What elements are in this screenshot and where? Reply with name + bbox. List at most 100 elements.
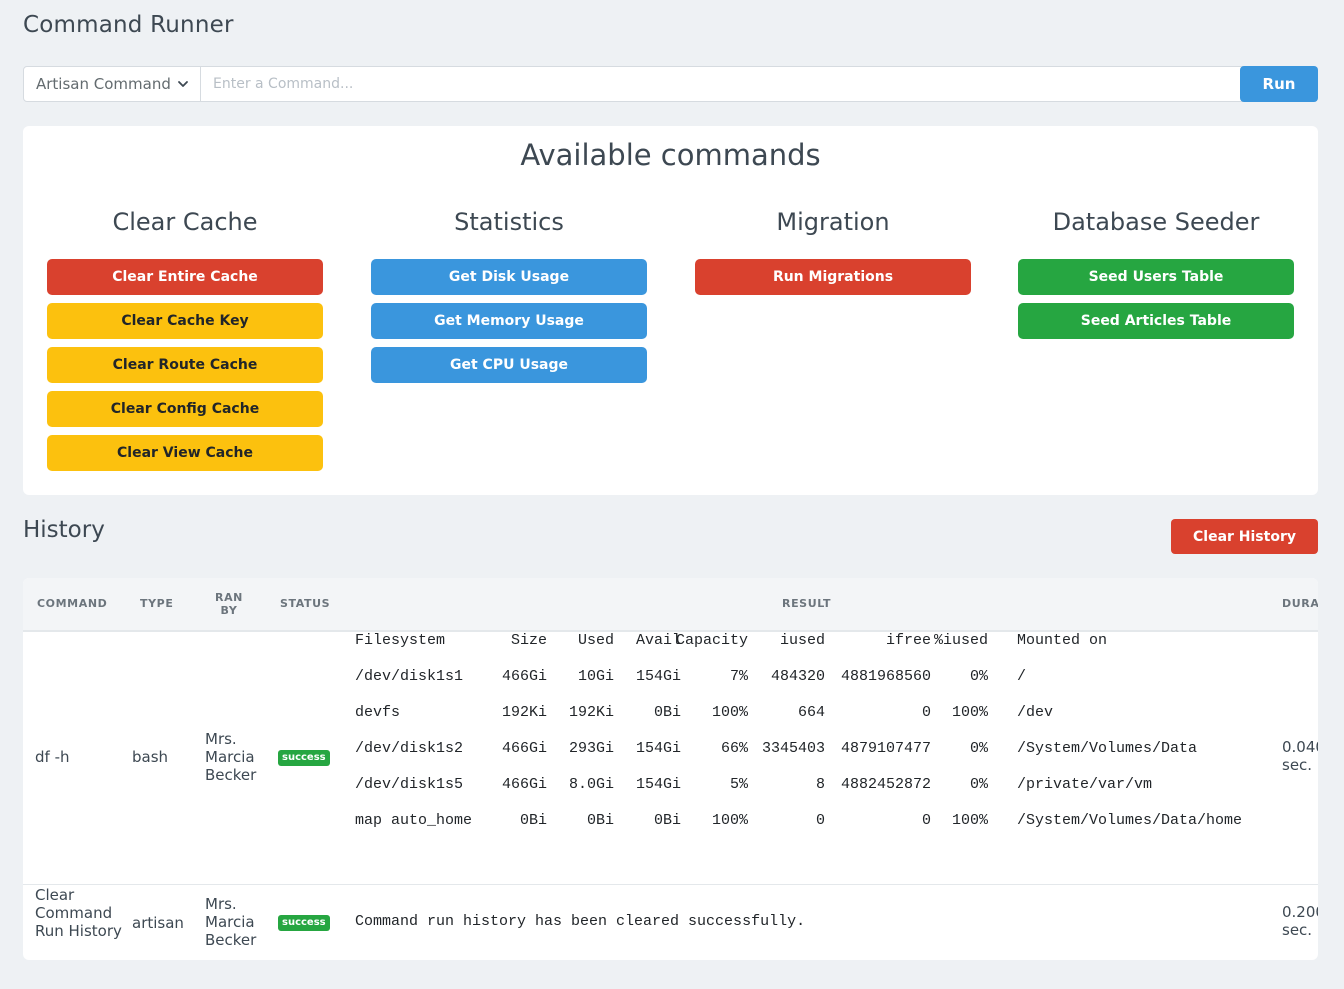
group-title: Database Seeder <box>1052 208 1260 236</box>
group-title: Clear Cache <box>112 208 258 236</box>
column-header-command: COMMAND <box>37 597 108 610</box>
chevron-down-icon <box>177 78 189 90</box>
result-cell: 293Gi <box>568 740 614 757</box>
group-database-seeder: Database Seeder Seed Users Table Seed Ar… <box>1018 208 1294 347</box>
result-cell: 8 <box>815 776 825 793</box>
result-cell: 192Ki <box>501 704 547 721</box>
result-cell: 0 <box>921 812 931 829</box>
table-row: df -h bash Mrs. Marcia Becker success Fi… <box>23 630 1318 885</box>
row-type: bash <box>132 748 169 766</box>
column-header-result: RESULT <box>782 597 832 610</box>
get-disk-usage-button[interactable]: Get Disk Usage <box>371 259 647 295</box>
result-cell: 0Bi <box>653 812 681 829</box>
result-cell: 7% <box>729 668 748 685</box>
result-cell: Filesystem <box>355 632 446 649</box>
group-clear-cache: Clear Cache Clear Entire Cache Clear Cac… <box>47 208 323 479</box>
result-cell: 4881968560 <box>840 668 931 685</box>
command-type-value: Artisan Command <box>36 75 171 93</box>
result-cell: 484320 <box>770 668 825 685</box>
result-cell: 466Gi <box>501 668 547 685</box>
result-cell: Used <box>577 632 614 649</box>
result-cell: Capacity <box>675 632 748 649</box>
row-command: df -h <box>35 748 70 766</box>
row-duration-value: 0.040 sec. <box>1282 738 1318 774</box>
clear-history-button[interactable]: Clear History <box>1171 519 1318 554</box>
result-cell: 0% <box>969 776 988 793</box>
status-badge: success <box>278 750 330 766</box>
result-cell: %iused <box>933 632 988 649</box>
result-cell: 0Bi <box>653 704 681 721</box>
result-cell: 0Bi <box>586 812 614 829</box>
result-cell: 66% <box>720 740 748 757</box>
result-cell: 4879107477 <box>840 740 931 757</box>
row-duration-value: 0.200 sec. <box>1282 903 1318 939</box>
group-migration: Migration Run Migrations <box>695 208 971 303</box>
status-badge: success <box>278 915 330 931</box>
column-header-status: STATUS <box>280 597 331 610</box>
result-cell: 10Gi <box>577 668 614 685</box>
group-title: Migration <box>776 208 890 236</box>
result-cell: /dev/disk1s5 <box>355 776 464 793</box>
result-cell: 0 <box>815 812 825 829</box>
result-cell: / <box>1017 668 1027 685</box>
clear-config-cache-button[interactable]: Clear Config Cache <box>47 391 323 427</box>
result-cell: 0Bi <box>519 812 547 829</box>
group-title: Statistics <box>454 208 564 236</box>
table-header: COMMAND TYPE RAN BY STATUS RESULT DURA <box>23 578 1318 632</box>
table-row: Clear Command Run History artisan Mrs. M… <box>23 885 1318 960</box>
result-cell: 192Ki <box>568 704 614 721</box>
available-commands-title: Available commands <box>520 138 821 172</box>
history-table: COMMAND TYPE RAN BY STATUS RESULT DURA d… <box>23 578 1318 960</box>
clear-entire-cache-button[interactable]: Clear Entire Cache <box>47 259 323 295</box>
row-duration: 0.040 sec. <box>1282 738 1318 774</box>
run-migrations-button[interactable]: Run Migrations <box>695 259 971 295</box>
result-cell: 466Gi <box>501 740 547 757</box>
command-input[interactable] <box>200 66 1256 102</box>
result-cell: 100% <box>711 812 748 829</box>
clear-route-cache-button[interactable]: Clear Route Cache <box>47 347 323 383</box>
result-cell: 5% <box>729 776 748 793</box>
result-cell: 100% <box>951 812 988 829</box>
get-cpu-usage-button[interactable]: Get CPU Usage <box>371 347 647 383</box>
result-cell: 154Gi <box>635 740 681 757</box>
row-duration: 0.200 sec. <box>1282 903 1318 939</box>
result-cell: 0% <box>969 740 988 757</box>
result-cell: 154Gi <box>635 776 681 793</box>
result-cell: map auto_home <box>355 812 473 829</box>
column-header-duration: DURA <box>1282 597 1318 610</box>
row-command: Clear Command Run History <box>35 886 122 940</box>
run-button[interactable]: Run <box>1240 66 1318 102</box>
result-cell: 100% <box>711 704 748 721</box>
result-cell: 664 <box>797 704 825 721</box>
available-commands-card: Available commands Clear Cache Clear Ent… <box>23 126 1318 495</box>
clear-cache-key-button[interactable]: Clear Cache Key <box>47 303 323 339</box>
group-statistics: Statistics Get Disk Usage Get Memory Usa… <box>371 208 647 391</box>
result-cell: 8.0Gi <box>568 776 614 793</box>
result-cell: /dev/disk1s1 <box>355 668 464 685</box>
command-type-select[interactable]: Artisan Command <box>23 66 202 102</box>
result-cell: /private/var/vm <box>1017 776 1153 793</box>
result-cell: devfs <box>355 704 401 721</box>
result-cell: 154Gi <box>635 668 681 685</box>
row-ran-by: Mrs. Marcia Becker <box>205 895 257 949</box>
result-cell: /System/Volumes/Data <box>1017 740 1198 757</box>
result-cell: 0 <box>921 704 931 721</box>
get-memory-usage-button[interactable]: Get Memory Usage <box>371 303 647 339</box>
result-cell: /System/Volumes/Data/home <box>1017 812 1243 829</box>
result-cell: Size <box>510 632 547 649</box>
result-output: Command run history has been cleared suc… <box>355 913 806 930</box>
page-title: Command Runner <box>23 12 234 38</box>
column-header-type: TYPE <box>140 597 174 610</box>
result-cell: /dev/disk1s2 <box>355 740 464 757</box>
history-title: History <box>23 517 105 543</box>
result-cell: 0% <box>969 668 988 685</box>
seed-users-table-button[interactable]: Seed Users Table <box>1018 259 1294 295</box>
row-ran-by: Mrs. Marcia Becker <box>205 730 257 784</box>
column-header-ran-by: RAN BY <box>215 591 243 617</box>
result-cell: iused <box>779 632 825 649</box>
clear-view-cache-button[interactable]: Clear View Cache <box>47 435 323 471</box>
result-cell: ifree <box>885 632 931 649</box>
result-cell: 100% <box>951 704 988 721</box>
seed-articles-table-button[interactable]: Seed Articles Table <box>1018 303 1294 339</box>
result-cell: 466Gi <box>501 776 547 793</box>
